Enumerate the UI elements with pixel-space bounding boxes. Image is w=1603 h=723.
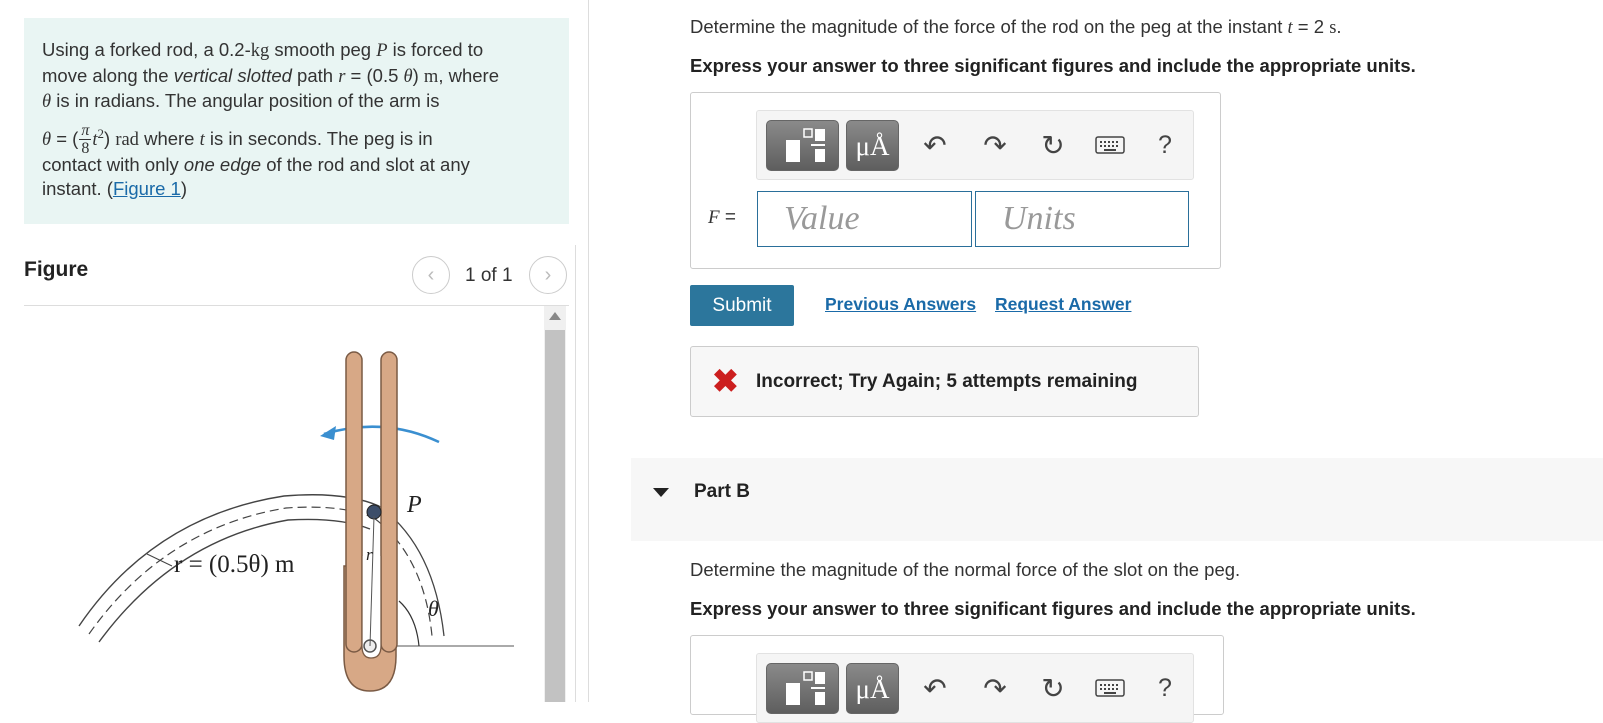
- feedback-text: Incorrect; Try Again; 5 attempts remaini…: [756, 371, 1138, 392]
- next-figure-button[interactable]: ›: [529, 256, 567, 294]
- value-input[interactable]: Value: [757, 191, 972, 247]
- templates-icon: [786, 128, 825, 162]
- right-pane: Determine the magnitude of the force of …: [589, 0, 1603, 723]
- help-button-b[interactable]: ?: [1150, 670, 1180, 706]
- units-input[interactable]: Units: [975, 191, 1189, 247]
- force-variable-label: F =: [708, 207, 736, 228]
- scroll-up-arrow-icon[interactable]: [549, 312, 561, 320]
- submit-button[interactable]: Submit: [690, 285, 794, 326]
- previous-figure-button[interactable]: ‹: [412, 256, 450, 294]
- redo-icon[interactable]: ↷: [977, 670, 1013, 706]
- part-a-question: Determine the magnitude of the force of …: [690, 16, 1342, 38]
- label-P: P: [406, 492, 422, 518]
- problem-line-5: contact with only one edge of the rod an…: [42, 153, 470, 175]
- chevron-right-icon: ›: [544, 263, 552, 286]
- figure-scrollbar-thumb[interactable]: [545, 330, 565, 702]
- math-toolbar: μÅ ↶ ↷ ↻ ?: [756, 110, 1194, 180]
- keyboard-icon[interactable]: [1092, 127, 1128, 163]
- part-a-instruction: Express your answer to three significant…: [690, 55, 1416, 76]
- label-r: r: [366, 545, 373, 564]
- undo-icon[interactable]: ↶: [917, 127, 953, 163]
- rod-left-prong: [345, 351, 363, 653]
- theta-arc: [398, 600, 420, 647]
- figure-image: P r θ r = (0.5θ) m: [24, 306, 544, 702]
- help-button[interactable]: ?: [1150, 127, 1180, 163]
- part-b-header[interactable]: Part B: [631, 458, 1603, 541]
- problem-line-4: θ = (π 8 t2) rad where t is in seconds. Th…: [42, 122, 433, 158]
- reset-icon[interactable]: ↻: [1035, 670, 1071, 706]
- spiral-path-inner: [98, 518, 371, 643]
- figure-link[interactable]: Figure 1: [113, 178, 181, 199]
- problem-line-2: move along the vertical slotted path r =…: [42, 64, 499, 87]
- label-theta: θ: [428, 596, 439, 621]
- collapse-caret-icon[interactable]: [653, 488, 669, 497]
- keyboard-icon[interactable]: [1092, 670, 1128, 706]
- incorrect-x-icon: ✖: [712, 363, 739, 399]
- problem-line-3: θ is in radians. The angular position of…: [42, 90, 440, 112]
- feedback-message: ✖ Incorrect; Try Again; 5 attempts remai…: [690, 346, 1199, 417]
- templates-button-b[interactable]: [766, 663, 839, 714]
- rod-right-prong: [380, 351, 398, 653]
- pane-divider-inner: [575, 245, 576, 702]
- part-a-answer-box: μÅ ↶ ↷ ↻ ? F = Value Units: [690, 92, 1221, 269]
- label-path-equation: r = (0.5θ) m: [174, 551, 295, 578]
- redo-icon[interactable]: ↷: [977, 127, 1013, 163]
- templates-button[interactable]: [766, 120, 839, 171]
- part-b-answer-box: μÅ ↶ ↷ ↻ ?: [690, 635, 1224, 723]
- part-b-question: Determine the magnitude of the normal fo…: [690, 559, 1241, 580]
- chevron-left-icon: ‹: [427, 263, 435, 286]
- figure-pager-count: 1 of 1: [465, 265, 513, 286]
- problem-line-6: instant. (Figure 1): [42, 178, 187, 199]
- units-symbol-button[interactable]: μÅ: [846, 120, 899, 171]
- problem-statement: Using a forked rod, a 0.2-kg smooth peg …: [24, 18, 569, 224]
- problem-line-1: Using a forked rod, a 0.2-kg smooth peg …: [42, 39, 484, 61]
- previous-answers-link[interactable]: Previous Answers: [825, 294, 976, 315]
- forked-rod-diagram: P r θ r = (0.5θ) m: [78, 351, 514, 692]
- part-b-label: Part B: [694, 481, 750, 502]
- rotation-arrowhead: [320, 426, 336, 440]
- part-b-instruction: Express your answer to three significant…: [690, 598, 1416, 619]
- math-toolbar-b: μÅ ↶ ↷ ↻ ?: [756, 653, 1194, 723]
- figure-title: Figure: [24, 258, 89, 281]
- path-label-leader: [146, 553, 173, 567]
- reset-icon[interactable]: ↻: [1035, 127, 1071, 163]
- units-symbol-button-b[interactable]: μÅ: [846, 663, 899, 714]
- request-answer-link[interactable]: Request Answer: [995, 294, 1131, 315]
- templates-icon: [786, 671, 825, 705]
- left-pane: Using a forked rod, a 0.2-kg smooth peg …: [0, 0, 588, 702]
- undo-icon[interactable]: ↶: [917, 670, 953, 706]
